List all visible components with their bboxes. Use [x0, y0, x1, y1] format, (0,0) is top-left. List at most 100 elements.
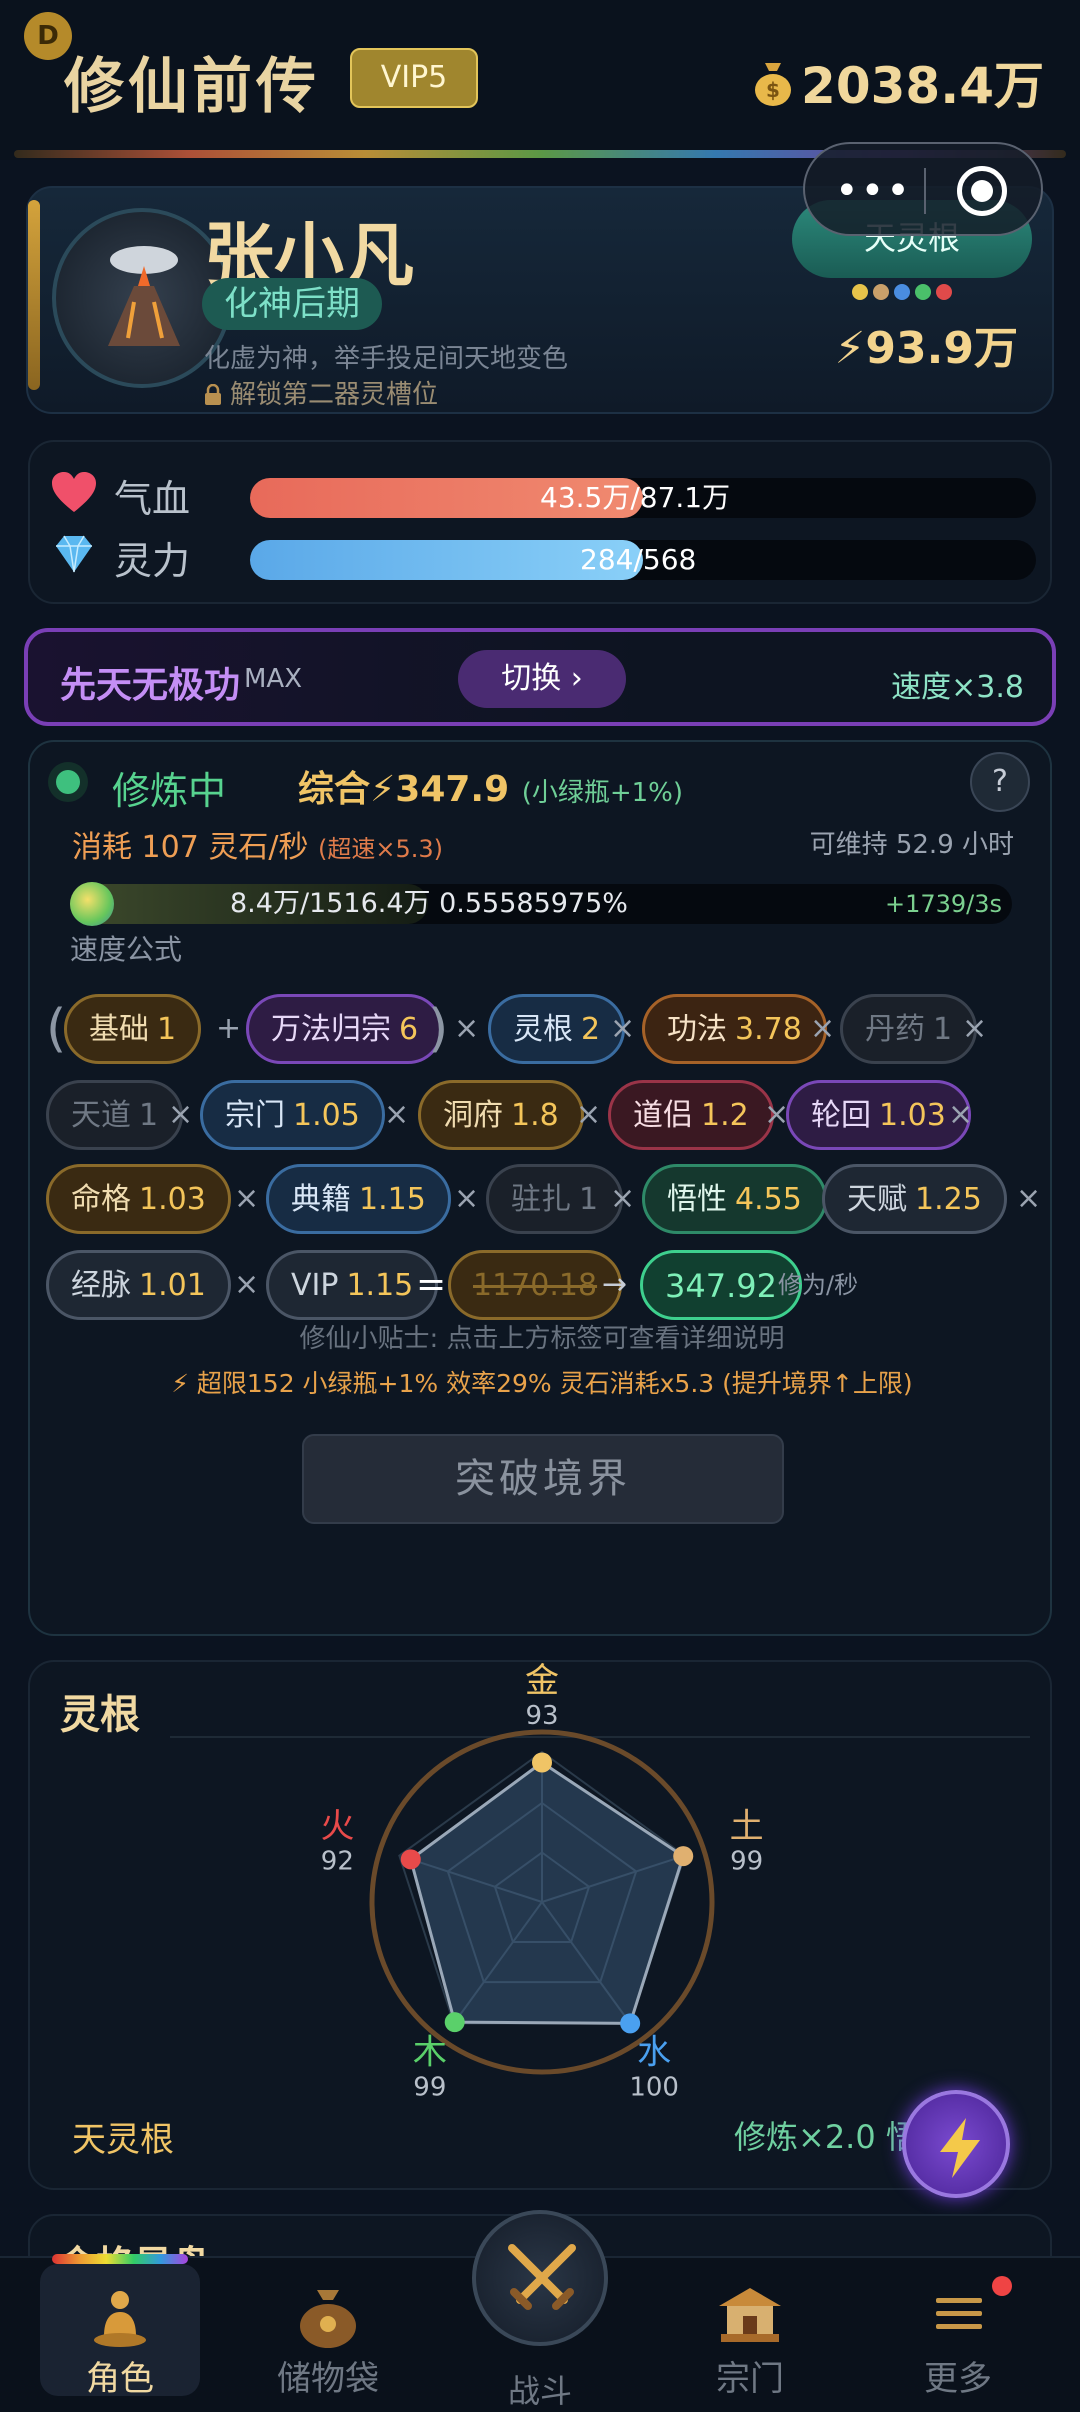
consume-main: 消耗 107 灵石/秒	[72, 830, 309, 865]
cultivation-panel: 修炼中 综合⚡347.9 (小绿瓶+1%) ? 消耗 107 灵石/秒 (超速×…	[28, 740, 1052, 1636]
money-bag-icon: $	[755, 63, 792, 106]
factor-tiandao[interactable]: 天道 1	[46, 1080, 184, 1150]
inventory-bag-icon	[300, 2290, 356, 2348]
op-mul: ×	[962, 1011, 988, 1046]
more-dots-icon[interactable]: •••	[835, 171, 912, 211]
factor-wanfa[interactable]: 万法归宗 6	[246, 994, 444, 1064]
unlock-hint-text: 解锁第二器灵槽位	[230, 380, 439, 410]
radar-element-value: 92	[321, 1847, 354, 1877]
composite-value: 综合⚡347.9	[298, 769, 510, 810]
nav-battle[interactable]: 战斗	[440, 2256, 640, 2412]
factor-dianji[interactable]: 典籍 1.15	[266, 1164, 451, 1234]
app-title: 修仙前传	[64, 52, 320, 122]
combat-power: ⚡93.9万	[834, 323, 1018, 374]
op-equals: =	[416, 1264, 447, 1305]
root-dot	[852, 284, 868, 300]
cultivation-tip: 修仙小贴士: 点击上方标签可查看详细说明	[299, 1324, 785, 1354]
mp-row: 灵力 284/568	[50, 528, 1040, 588]
nav-character[interactable]: 角色	[20, 2256, 220, 2412]
vip-badge[interactable]: VIP5	[350, 48, 478, 108]
raw-total: 1170.18	[448, 1250, 623, 1320]
factor-gongfa[interactable]: 功法 3.78	[642, 994, 827, 1064]
svg-text:$: $	[766, 78, 780, 102]
switch-skill-button[interactable]: 切换 ›	[458, 650, 626, 708]
cultivation-skill-banner[interactable]: 先天无极功 MAX 切换 › 速度×3.8	[24, 628, 1056, 726]
close-target-icon[interactable]	[957, 166, 1007, 216]
realm-description: 化虚为神，举手投足间天地变色	[204, 344, 569, 374]
help-button[interactable]: ?	[970, 752, 1030, 812]
factor-zongmen[interactable]: 宗门 1.05	[200, 1080, 385, 1150]
radar-element-label: 水	[637, 2032, 671, 2072]
op-mul: ×	[1016, 1181, 1042, 1216]
factor-daolv[interactable]: 道侣 1.2	[608, 1080, 774, 1150]
factor-base[interactable]: 基础 1	[64, 994, 202, 1064]
skill-level: MAX	[244, 664, 303, 694]
op-mul: ×	[610, 1011, 636, 1046]
factor-tianfu[interactable]: 天赋 1.25	[822, 1164, 1007, 1234]
mp-label: 灵力	[114, 539, 191, 583]
cultivation-progress-text: 8.4万/1516.4万 0.55585975%	[230, 888, 628, 919]
nav-label: 角色	[86, 2359, 154, 2399]
hp-bar: 43.5万/87.1万	[250, 478, 1036, 518]
op-mul: ×	[454, 1181, 480, 1216]
op-mul: ×	[384, 1097, 410, 1132]
factor-mingge[interactable]: 命格 1.03	[46, 1164, 231, 1234]
factor-dongfu[interactable]: 洞府 1.8	[418, 1080, 584, 1150]
factor-danyao[interactable]: 丹药 1	[840, 994, 978, 1064]
op-mul: ×	[610, 1181, 636, 1216]
quick-action-button[interactable]	[902, 2090, 1010, 2198]
root-dot	[873, 284, 889, 300]
factor-jingmai[interactable]: 经脉 1.01	[46, 1250, 231, 1320]
heart-icon	[52, 472, 96, 512]
notification-dot	[992, 2276, 1012, 2296]
spirit-orb-icon	[70, 882, 114, 926]
factor-lunhui[interactable]: 轮回 1.03	[786, 1080, 971, 1150]
nav-inventory[interactable]: 储物袋	[228, 2256, 428, 2412]
nav-label: 更多	[924, 2359, 992, 2399]
root-element-dots	[852, 284, 957, 304]
factor-zhuzha[interactable]: 驻扎 1	[486, 1164, 624, 1234]
radar-element-value: 99	[730, 1847, 763, 1877]
capsule-divider	[924, 168, 926, 214]
factor-linggen[interactable]: 灵根 2	[488, 994, 626, 1064]
nav-label: 宗门	[716, 2359, 784, 2399]
temple-icon	[719, 2288, 781, 2342]
radar-element-label: 火	[320, 1807, 354, 1847]
radar-element-label: 木	[413, 2032, 447, 2072]
composite-speed: 综合⚡347.9 (小绿瓶+1%)	[298, 760, 683, 812]
nav-more[interactable]: 更多	[858, 2256, 1058, 2412]
stone-consumption: 消耗 107 灵石/秒 (超速×5.3)	[72, 822, 443, 866]
root-dot	[894, 284, 910, 300]
cultivation-progress-bar: 8.4万/1516.4万 0.55585975% +1739/3s	[70, 882, 1012, 926]
money-display: $ 2038.4万	[751, 46, 1044, 118]
radar-element-label: 金	[525, 1662, 559, 1701]
profile-accent-bar	[28, 200, 40, 390]
composite-bonus: (小绿瓶+1%)	[521, 778, 684, 808]
op-mul: ×	[810, 1011, 836, 1046]
status-indicator	[56, 770, 80, 794]
nav-sect[interactable]: 宗门	[650, 2256, 850, 2412]
radar-point-3	[444, 2012, 465, 2033]
arrow-right-icon: →	[602, 1267, 628, 1302]
op-mul: ×	[168, 1097, 194, 1132]
menu-icon	[936, 2298, 982, 2329]
lightning-icon	[940, 2118, 980, 2178]
hp-value: 43.5万/87.1万	[540, 481, 731, 514]
root-dot	[915, 284, 931, 300]
miniprogram-capsule: •••	[803, 142, 1043, 236]
money-value: 2038.4万	[801, 57, 1044, 115]
unlock-hint: 解锁第二器灵槽位	[204, 374, 438, 411]
diamond-icon	[56, 535, 92, 573]
root-dot	[936, 284, 952, 300]
radar-value-area	[409, 1760, 686, 2025]
spirit-root-panel: 灵根 金 93 土 99 水 100 木 99 火 92 天灵根 修炼×2.0 悟性	[28, 1660, 1052, 2190]
speed-unit: 修为/秒	[778, 1271, 859, 1299]
breakthrough-button[interactable]: 突破境界	[302, 1434, 784, 1524]
op-plus: +	[216, 1011, 242, 1046]
realm-tag[interactable]: 化神后期	[202, 278, 382, 330]
radar-element-value: 93	[525, 1701, 558, 1731]
op-mul: ×	[234, 1181, 260, 1216]
factor-vip[interactable]: VIP 1.15	[266, 1250, 439, 1320]
hp-label: 气血	[114, 477, 191, 521]
factor-wuxing[interactable]: 悟性 4.55	[642, 1164, 827, 1234]
